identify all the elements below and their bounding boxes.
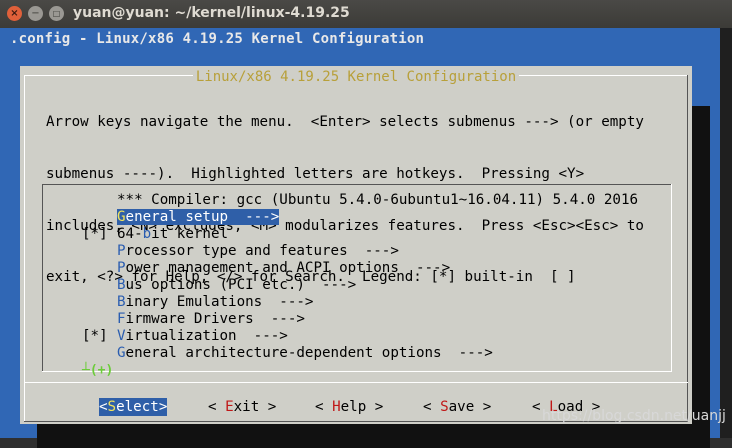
menu-item[interactable]: [*] Virtualization ---> bbox=[82, 328, 288, 345]
menu-border bbox=[42, 371, 672, 372]
menu-item-text: us options (PCI etc.) ---> bbox=[125, 277, 357, 293]
button-rest: elp bbox=[340, 399, 367, 415]
dialog-separator bbox=[24, 382, 688, 383]
menu-item-label: Firmware Drivers ---> bbox=[117, 311, 305, 327]
button-open: < bbox=[208, 399, 226, 415]
help-line: Arrow keys navigate the menu. <Enter> se… bbox=[46, 114, 644, 131]
dialog-border bbox=[687, 75, 688, 421]
menu-item[interactable]: Firmware Drivers ---> bbox=[82, 311, 305, 328]
button-close: > bbox=[259, 399, 277, 415]
menu-item-hotkey: B bbox=[117, 294, 126, 310]
button-open: < bbox=[423, 399, 441, 415]
window-title: yuan@yuan: ~/kernel/linux-4.19.25 bbox=[73, 5, 350, 21]
menu-item-label: Processor type and features ---> bbox=[117, 243, 399, 259]
menu-border bbox=[42, 184, 43, 372]
menu-item[interactable]: General architecture-dependent options -… bbox=[82, 345, 493, 362]
button-open: < bbox=[99, 399, 108, 415]
menu-item-hotkey: F bbox=[117, 311, 126, 327]
menu-item-label: Bus options (PCI etc.) ---> bbox=[117, 277, 356, 293]
menu-item-mark: [*] bbox=[82, 226, 108, 242]
menu-border bbox=[671, 184, 672, 372]
menu-item-hotkey: P bbox=[117, 243, 126, 259]
menu-border bbox=[42, 184, 672, 185]
kernel-config-dialog: Linux/x86 4.19.25 Kernel Configuration A… bbox=[20, 66, 692, 424]
menu-list[interactable]: *** Compiler: gcc (Ubuntu 5.4.0-6ubuntu1… bbox=[42, 184, 672, 372]
menu-item[interactable]: Bus options (PCI etc.) ---> bbox=[82, 277, 356, 294]
minimize-window-button[interactable]: − bbox=[28, 6, 43, 21]
menu-item-text: rocessor type and features ---> bbox=[125, 243, 399, 259]
terminal-area[interactable]: .config - Linux/x86 4.19.25 Kernel Confi… bbox=[0, 28, 720, 448]
dialog-border bbox=[24, 75, 25, 421]
config-header: .config - Linux/x86 4.19.25 Kernel Confi… bbox=[10, 31, 425, 47]
button-close: > bbox=[474, 399, 492, 415]
menu-item[interactable]: [*] 64-bit kernel bbox=[82, 226, 228, 243]
menu-item-label: *** Compiler: gcc (Ubuntu 5.4.0-6ubuntu1… bbox=[117, 192, 638, 208]
menu-item[interactable]: Power management and ACPI options ---> bbox=[82, 260, 450, 277]
menu-item-label: General setup ---> bbox=[117, 209, 280, 225]
window-titlebar[interactable]: × − □ yuan@yuan: ~/kernel/linux-4.19.25 bbox=[0, 0, 732, 28]
close-window-button[interactable]: × bbox=[7, 6, 22, 21]
menu-item-mark: [*] bbox=[82, 328, 108, 344]
button-hotkey: H bbox=[332, 399, 341, 415]
terminal-edge bbox=[720, 28, 732, 438]
menu-item[interactable]: Processor type and features ---> bbox=[82, 243, 399, 260]
menu-item-hotkey: G bbox=[117, 345, 126, 361]
dialog-button[interactable]: < Help > bbox=[315, 398, 383, 416]
button-rest: elect bbox=[116, 399, 159, 415]
menu-item-text: it kernel bbox=[151, 226, 229, 242]
menu-item[interactable]: Binary Emulations ---> bbox=[82, 294, 313, 311]
minimize-icon: − bbox=[31, 8, 40, 19]
menu-item-hotkey: G bbox=[117, 209, 126, 225]
button-rest: xit bbox=[233, 399, 260, 415]
watermark: https://blog.csdn.net/uanjj bbox=[542, 408, 726, 424]
button-close: > bbox=[158, 399, 168, 415]
menu-item-text: ower management and ACPI options ---> bbox=[125, 260, 451, 276]
more-items-indicator: ┴(+) bbox=[82, 363, 114, 378]
button-hotkey: S bbox=[440, 399, 449, 415]
dialog-button[interactable]: < Save > bbox=[423, 398, 491, 416]
menu-item-hotkey: B bbox=[117, 277, 126, 293]
menu-item-text: eneral setup ---> bbox=[125, 209, 280, 225]
menu-item-hotkey: b bbox=[142, 226, 152, 242]
menu-item-text: irmware Drivers ---> bbox=[125, 311, 305, 327]
button-hotkey: S bbox=[107, 399, 117, 415]
button-hotkey: E bbox=[225, 399, 234, 415]
menu-item-label: General architecture-dependent options -… bbox=[117, 345, 493, 361]
dialog-button[interactable]: <Select> bbox=[99, 398, 168, 416]
menu-item[interactable]: *** Compiler: gcc (Ubuntu 5.4.0-6ubuntu1… bbox=[82, 192, 638, 209]
menu-item-hotkey: P bbox=[117, 260, 126, 276]
menu-item-prefix: 64- bbox=[117, 226, 143, 242]
menu-item-label: 64-bit kernel bbox=[117, 226, 228, 242]
help-line: submenus ----). Highlighted letters are … bbox=[46, 166, 585, 183]
menu-item-text: inary Emulations ---> bbox=[125, 294, 314, 310]
maximize-icon: □ bbox=[52, 9, 61, 18]
button-rest: ave bbox=[448, 399, 475, 415]
dialog-button[interactable]: < Exit > bbox=[208, 398, 276, 416]
menu-item-text: irtualization ---> bbox=[125, 328, 288, 344]
button-close: > bbox=[366, 399, 384, 415]
button-open: < bbox=[315, 399, 333, 415]
menu-item-hotkey: V bbox=[117, 328, 126, 344]
menu-item-label: Binary Emulations ---> bbox=[117, 294, 313, 310]
menu-item-text: *** Compiler: gcc (Ubuntu 5.4.0-6ubuntu1… bbox=[117, 192, 639, 208]
maximize-window-button[interactable]: □ bbox=[49, 6, 64, 21]
close-icon: × bbox=[10, 8, 19, 19]
menu-item-label: Power management and ACPI options ---> bbox=[117, 260, 450, 276]
menu-item-label: Virtualization ---> bbox=[117, 328, 288, 344]
menu-item[interactable]: General setup ---> bbox=[82, 209, 280, 226]
menu-item-text: eneral architecture-dependent options --… bbox=[125, 345, 493, 361]
